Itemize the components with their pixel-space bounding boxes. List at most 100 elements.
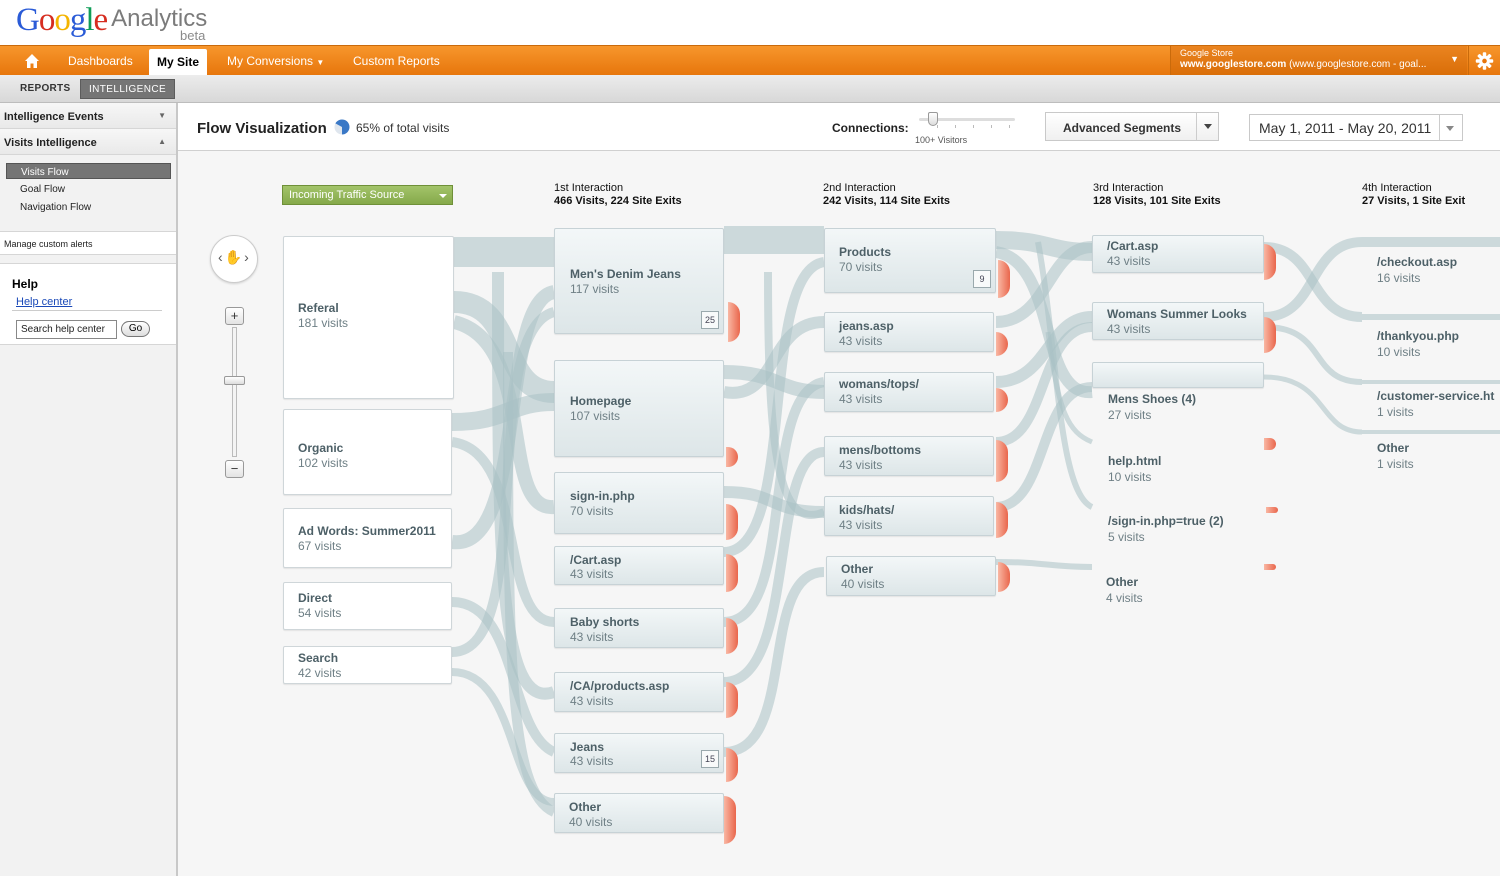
pan-control[interactable]: ‹✋› xyxy=(210,235,258,283)
interaction-node[interactable]: /checkout.asp 16 visits xyxy=(1377,255,1457,285)
slider-tick xyxy=(991,125,992,128)
column-title: 3rd Interaction xyxy=(1093,182,1164,194)
connections-slider[interactable] xyxy=(915,112,1017,130)
interaction-node[interactable]: sign-in.php 70 visits xyxy=(554,472,724,534)
node-name: Jeans xyxy=(570,740,605,754)
source-node-direct[interactable]: Direct 54 visits xyxy=(283,582,452,630)
connections-label: Connections: xyxy=(832,121,909,135)
node-visits: 43 visits xyxy=(839,518,883,532)
node-visits: 43 visits xyxy=(839,392,883,406)
node-visits: 5 visits xyxy=(1108,530,1145,544)
node-name: help.html xyxy=(1108,454,1162,468)
interaction-node[interactable]: /Cart.asp 43 visits xyxy=(554,546,724,585)
exit-indicator[interactable] xyxy=(998,260,1010,298)
node-name: Organic xyxy=(298,441,344,455)
interaction-node[interactable]: jeans.asp 43 visits xyxy=(824,312,994,352)
account-selector[interactable]: Google Store www.googlestore.com (www.go… xyxy=(1170,46,1467,76)
exit-indicator[interactable] xyxy=(726,554,738,592)
interaction-node[interactable]: Other 40 visits xyxy=(554,793,724,833)
chevron-down-icon: ▼ xyxy=(1450,54,1459,64)
interaction-node[interactable]: womans/tops/ 43 visits xyxy=(824,372,994,412)
interaction-node[interactable]: /sign-in.php=true (2) 5 visits xyxy=(1108,514,1224,544)
node-name: /Cart.asp xyxy=(1107,239,1159,253)
interaction-node[interactable]: Products 70 visits 9 xyxy=(824,228,996,293)
sidebar-item-visits-flow[interactable]: Visits Flow xyxy=(6,163,171,179)
source-node-search[interactable]: Search 42 visits xyxy=(283,646,452,684)
source-node-ad-words[interactable]: Ad Words: Summer2011 67 visits xyxy=(283,508,452,568)
beta-badge: beta xyxy=(180,28,206,43)
interaction-node[interactable]: Jeans 43 visits 15 xyxy=(554,733,724,773)
nav-dashboards[interactable]: Dashboards xyxy=(68,46,133,76)
exit-indicator[interactable] xyxy=(724,796,736,844)
stacked-pages-count[interactable]: 9 xyxy=(973,270,991,288)
node-name: /customer-service.ht xyxy=(1377,389,1495,403)
date-range-picker[interactable]: May 1, 2011 - May 20, 2011 xyxy=(1249,114,1463,141)
node-visits: 10 visits xyxy=(1108,470,1152,484)
nav-my-site[interactable]: My Site xyxy=(149,49,208,76)
interaction-node[interactable]: Mens Shoes (4) 27 visits xyxy=(1108,392,1196,422)
slider-handle[interactable] xyxy=(928,112,938,126)
manage-custom-alerts-link[interactable]: Manage custom alerts xyxy=(0,231,176,255)
interaction-node[interactable]: mens/bottoms 43 visits xyxy=(824,436,994,476)
advanced-segments-dropdown[interactable]: Advanced Segments xyxy=(1045,112,1219,141)
zoom-control: + − xyxy=(224,307,245,479)
flow-link xyxy=(1263,374,1363,435)
zoom-in-button[interactable]: + xyxy=(225,307,244,325)
node-visits: 40 visits xyxy=(569,815,613,829)
node-name: /checkout.asp xyxy=(1377,255,1458,269)
home-icon[interactable] xyxy=(22,51,42,71)
slider-tick xyxy=(1009,125,1010,128)
tab-intelligence[interactable]: INTELLIGENCE xyxy=(80,79,176,99)
zoom-out-button[interactable]: − xyxy=(225,460,244,478)
interaction-node[interactable]: Baby shorts 43 visits xyxy=(554,608,724,648)
node-name: Products xyxy=(839,245,892,259)
interaction-node[interactable]: Other 40 visits xyxy=(826,556,996,596)
interaction-node[interactable]: Homepage 107 visits xyxy=(554,360,724,457)
stacked-pages-count[interactable]: 15 xyxy=(701,750,719,768)
exit-indicator[interactable] xyxy=(1264,564,1276,570)
sidebar-section-intelligence-events[interactable]: Intelligence Events ▼ xyxy=(0,103,176,129)
tab-reports[interactable]: REPORTS xyxy=(20,83,70,94)
help-title: Help xyxy=(12,277,39,291)
sidebar-item-navigation-flow[interactable]: Navigation Flow xyxy=(6,199,171,215)
nav-custom-reports[interactable]: Custom Reports xyxy=(353,46,440,76)
sidebar-item-goal-flow[interactable]: Goal Flow xyxy=(6,181,171,197)
interaction-node[interactable]: /Cart.asp 43 visits xyxy=(1092,235,1264,273)
nav-my-conversions[interactable]: My Conversions ▼ xyxy=(227,46,324,76)
interaction-node[interactable]: /CA/products.asp 43 visits xyxy=(554,672,724,712)
interaction-node[interactable]: /customer-service.ht 1 visits xyxy=(1377,389,1494,419)
stacked-pages-count[interactable]: 25 xyxy=(701,311,719,329)
gear-icon[interactable] xyxy=(1468,46,1500,76)
zoom-rail[interactable] xyxy=(232,327,237,457)
interaction-node[interactable]: /thankyou.php 10 visits xyxy=(1377,329,1459,359)
interaction-node[interactable]: help.html 10 visits xyxy=(1108,454,1161,484)
node-visits: 1 visits xyxy=(1377,457,1414,471)
interaction-node[interactable]: Men's Denim Jeans 117 visits 25 xyxy=(554,228,724,334)
divider xyxy=(1196,113,1197,140)
google-analytics-logo[interactable]: Google Analytics beta xyxy=(16,2,207,44)
source-node-organic[interactable]: Organic 102 visits xyxy=(283,409,452,495)
interaction-node-stacked[interactable] xyxy=(1092,362,1264,388)
interaction-node[interactable]: kids/hats/ 43 visits xyxy=(824,496,994,536)
divider xyxy=(12,310,162,311)
traffic-source-dropdown[interactable]: Incoming Traffic Source xyxy=(282,185,453,205)
exit-indicator[interactable] xyxy=(728,302,740,342)
flow-canvas[interactable]: ‹✋› + − Incoming Traffic Source 1st Inte… xyxy=(178,152,1500,876)
sidebar-section-visits-intelligence[interactable]: Visits Intelligence ▲ xyxy=(0,129,176,155)
exit-indicator[interactable] xyxy=(1264,438,1276,450)
help-search-input[interactable] xyxy=(16,320,117,339)
traffic-source-label: Incoming Traffic Source xyxy=(289,189,405,201)
help-center-link[interactable]: Help center xyxy=(16,296,72,308)
interaction-node[interactable]: Womans Summer Looks 43 visits xyxy=(1092,302,1264,340)
help-go-button[interactable]: Go xyxy=(121,321,150,337)
exit-indicator[interactable] xyxy=(1266,507,1278,513)
exit-indicator[interactable] xyxy=(996,440,1008,482)
node-name: mens/bottoms xyxy=(839,443,922,457)
interaction-node[interactable]: Other 4 visits xyxy=(1106,575,1143,605)
node-visits: 10 visits xyxy=(1377,345,1421,359)
column-stats: 466 Visits, 224 Site Exits xyxy=(554,195,682,207)
node-visits: 1 visits xyxy=(1377,405,1414,419)
zoom-handle[interactable] xyxy=(224,376,245,385)
interaction-node[interactable]: Other 1 visits xyxy=(1377,441,1414,471)
source-node-referal[interactable]: Referal 181 visits xyxy=(283,236,454,399)
